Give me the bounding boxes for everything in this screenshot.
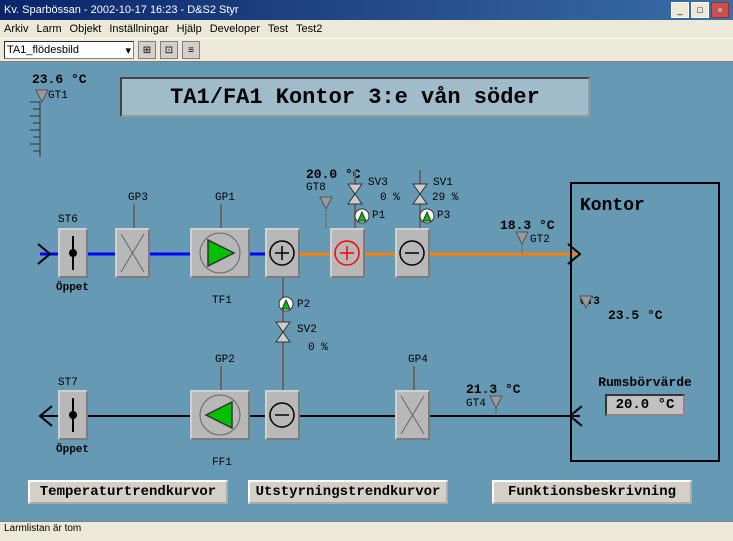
setpoint-value[interactable]: 20.0 °C — [605, 394, 685, 416]
close-button[interactable]: × — [711, 2, 729, 18]
output-trends-button[interactable]: Utstyrningstrendkurvor — [248, 480, 448, 504]
hvac-canvas: TA1/FA1 Kontor 3:e vån söder 23.6 °C GT1… — [0, 62, 733, 521]
gt2-temp: 18.3 °C — [500, 218, 555, 233]
statusbar: Larmlistan är tom — [0, 521, 733, 537]
st7-status: Öppet — [56, 444, 89, 456]
toolbar: TA1_flödesbild ▾ ⊞ ⊡ ≡ — [0, 38, 733, 62]
menu-objekt[interactable]: Objekt — [70, 23, 102, 35]
sv3-label: SV3 — [368, 177, 388, 189]
damper-st6[interactable] — [58, 228, 88, 278]
cooler-coil[interactable] — [395, 228, 430, 278]
arrow-in-icon — [38, 244, 52, 264]
menu-test[interactable]: Test — [268, 23, 288, 35]
view-combo[interactable]: TA1_flödesbild ▾ — [4, 41, 134, 59]
p2-label: P2 — [297, 299, 310, 311]
gt4-label: GT4 — [466, 398, 486, 410]
sv1-pct: 29 % — [432, 192, 458, 204]
gt4-temp: 21.3 °C — [466, 382, 521, 397]
gp3-stem — [132, 204, 136, 228]
fan-ff1[interactable] — [190, 390, 250, 440]
window-title: Kv. Sparbössan - 2002-10-17 16:23 - D&S2… — [4, 4, 671, 16]
st6-status: Öppet — [56, 282, 89, 294]
menu-arkiv[interactable]: Arkiv — [4, 23, 28, 35]
gt3-sensor-icon — [580, 296, 592, 308]
filter-gp4[interactable] — [395, 390, 430, 440]
gt4-sensor-icon — [490, 396, 502, 416]
temp-trends-button[interactable]: Temperaturtrendkurvor — [28, 480, 228, 504]
view-combo-value: TA1_flödesbild — [7, 44, 79, 56]
chevron-down-icon: ▾ — [125, 44, 131, 57]
gp2-stem — [219, 366, 223, 390]
pump-p3-icon[interactable] — [419, 208, 435, 224]
menu-developer[interactable]: Developer — [210, 23, 260, 35]
sv2-label: SV2 — [297, 324, 317, 336]
p3-label: P3 — [437, 210, 450, 222]
heater-coil[interactable] — [330, 228, 365, 278]
titlebar: Kv. Sparbössan - 2002-10-17 16:23 - D&S2… — [0, 0, 733, 20]
gt8-sensor-icon — [320, 197, 332, 229]
ff1-label: FF1 — [212, 457, 232, 469]
gt3-temp: 23.5 °C — [608, 308, 710, 323]
gp4-label: GP4 — [408, 354, 428, 366]
st6-label: ST6 — [58, 214, 78, 226]
setpoint-label: Rumsbörvärde — [580, 375, 710, 390]
st7-label: ST7 — [58, 377, 78, 389]
room-title: Kontor — [580, 196, 710, 216]
menubar: Arkiv Larm Objekt Inställningar Hjälp De… — [0, 20, 733, 38]
pump-p1-icon[interactable] — [354, 208, 370, 224]
page-title: TA1/FA1 Kontor 3:e vån söder — [120, 77, 590, 117]
menu-larm[interactable]: Larm — [36, 23, 61, 35]
menu-installningar[interactable]: Inställningar — [109, 23, 168, 35]
sensor-icon — [36, 90, 48, 102]
gt2-sensor-icon — [516, 232, 528, 254]
gp1-stem — [219, 204, 223, 228]
valve-sv2-icon[interactable] — [273, 320, 293, 344]
sv3-pct: 0 % — [380, 192, 400, 204]
toolbar-btn-3[interactable]: ≡ — [182, 41, 200, 59]
function-desc-button[interactable]: Funktionsbeskrivning — [492, 480, 692, 504]
thermometer-icon — [30, 102, 42, 157]
heat-exchanger[interactable] — [265, 228, 300, 278]
gp1-label: GP1 — [215, 192, 235, 204]
sv1-label: SV1 — [433, 177, 453, 189]
room-panel: Kontor GT3 23.5 °C Rumsbörvärde 20.0 °C — [570, 182, 720, 462]
minimize-button[interactable]: _ — [671, 2, 689, 18]
sv2-pct: 0 % — [308, 342, 328, 354]
menu-hjalp[interactable]: Hjälp — [177, 23, 202, 35]
gt1-label: GT1 — [48, 90, 68, 102]
gp2-label: GP2 — [215, 354, 235, 366]
gt8-label: GT8 — [306, 182, 326, 194]
outdoor-temp: 23.6 °C — [32, 72, 87, 87]
pump-p2-icon[interactable] — [278, 296, 294, 312]
toolbar-btn-1[interactable]: ⊞ — [138, 41, 156, 59]
fan-tf1[interactable] — [190, 228, 250, 278]
tf1-label: TF1 — [212, 295, 232, 307]
gt2-label: GT2 — [530, 234, 550, 246]
arrow-return-out-icon — [38, 406, 52, 426]
filter-gp3[interactable] — [115, 228, 150, 278]
maximize-button[interactable]: □ — [691, 2, 709, 18]
p1-label: P1 — [372, 210, 385, 222]
gp4-stem — [412, 366, 416, 390]
return-exchanger[interactable] — [265, 390, 300, 440]
toolbar-btn-2[interactable]: ⊡ — [160, 41, 178, 59]
status-text: Larmlistan är tom — [4, 523, 81, 534]
menu-test2[interactable]: Test2 — [296, 23, 322, 35]
damper-st7[interactable] — [58, 390, 88, 440]
gp3-label: GP3 — [128, 192, 148, 204]
